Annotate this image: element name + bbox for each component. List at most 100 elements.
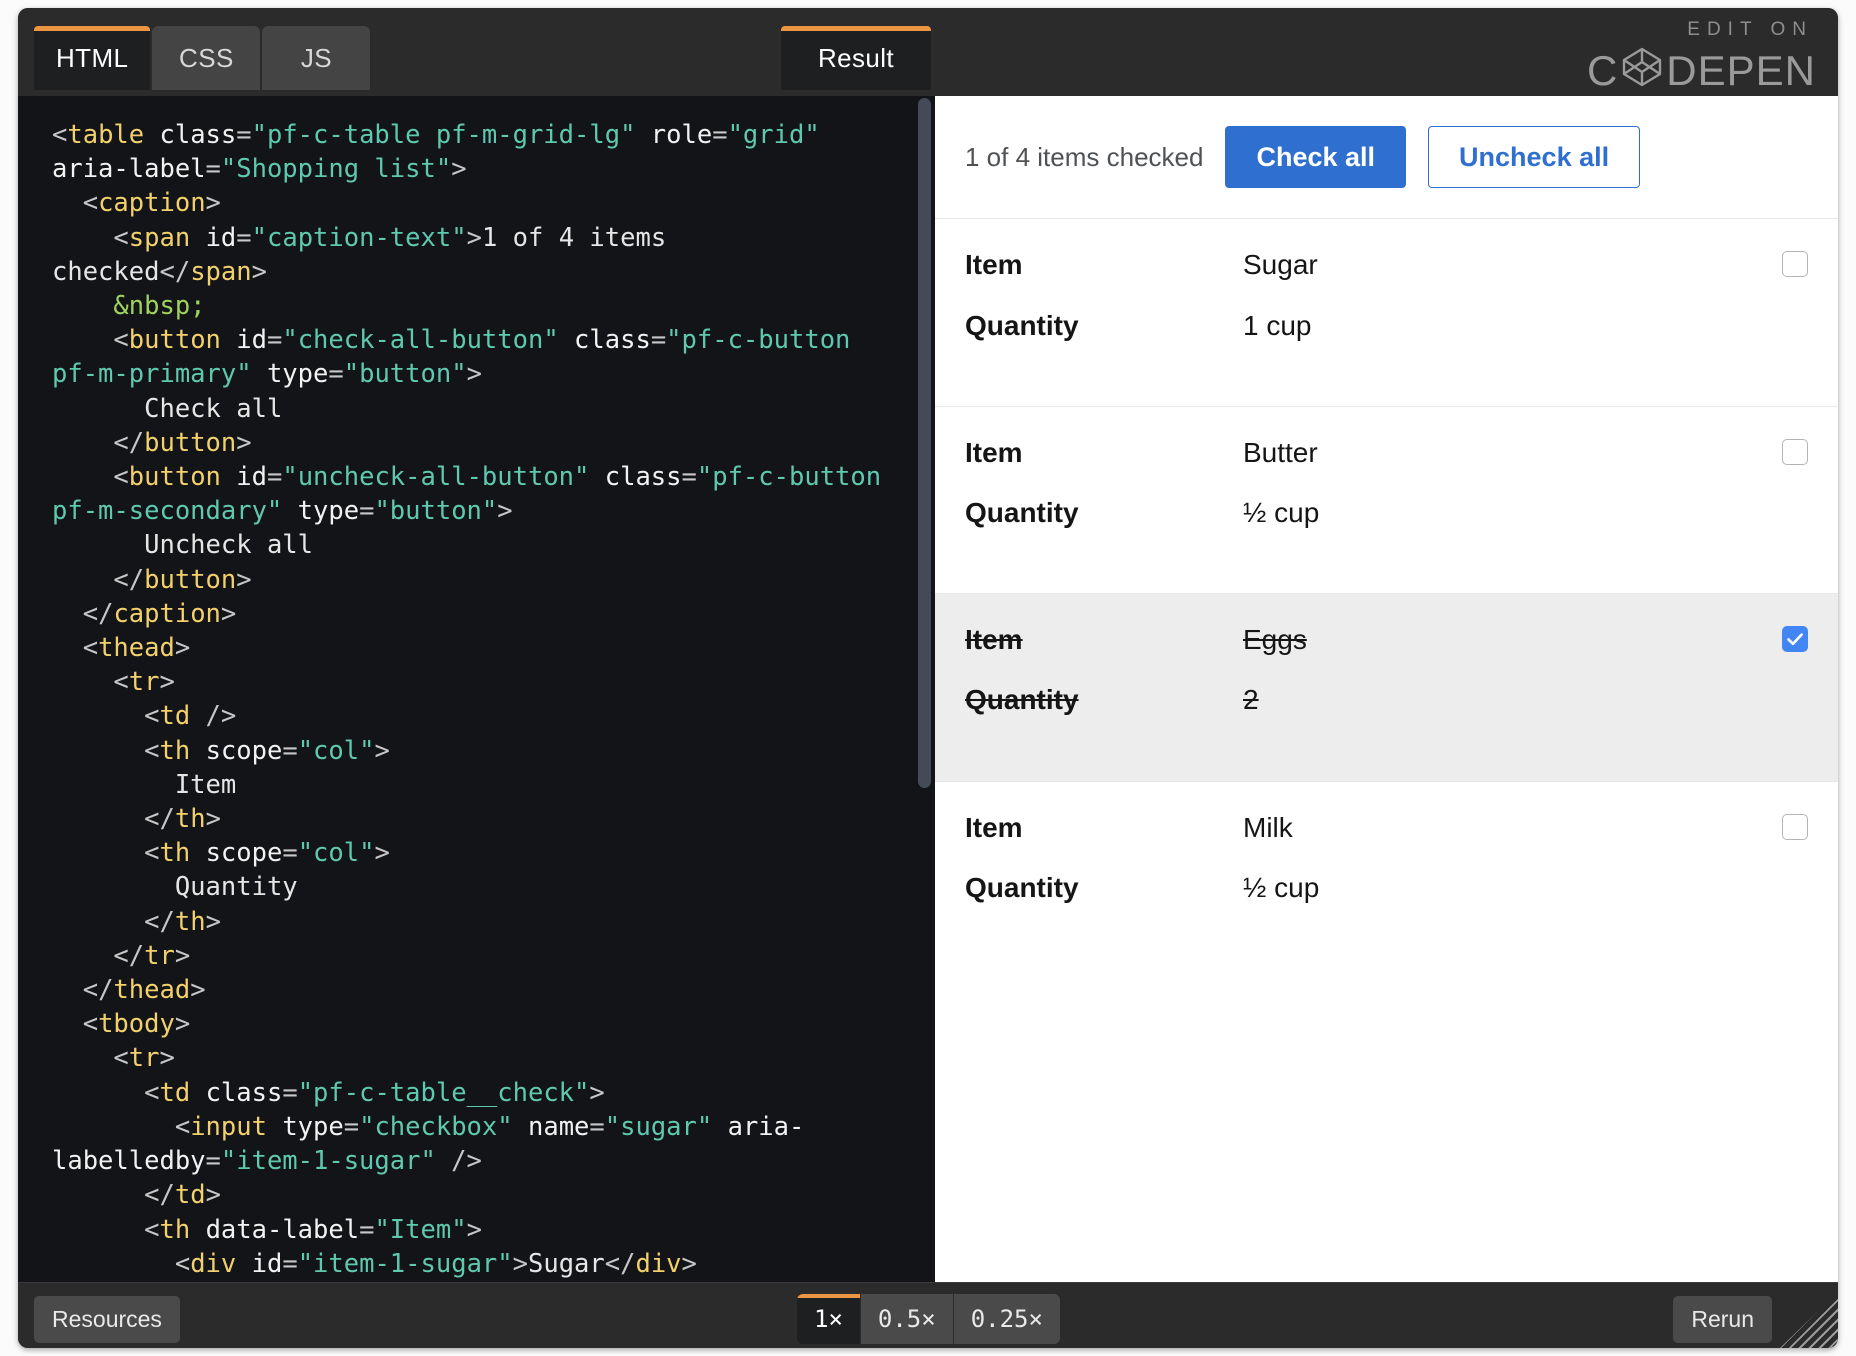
code-token: </ <box>144 906 175 937</box>
row-checkbox[interactable] <box>1782 251 1808 278</box>
tab-css[interactable]: CSS <box>152 26 261 90</box>
code-token: = <box>589 1111 605 1142</box>
html-source-code[interactable]: <table class="pf-c-table pf-m-grid-lg" r… <box>18 96 908 1281</box>
code-token: </ <box>144 1180 175 1211</box>
code-token: class <box>159 120 237 150</box>
code-token: tr <box>144 940 175 971</box>
code-token: "Item" <box>374 1214 467 1245</box>
code-token: > <box>466 222 482 253</box>
code-token: > <box>159 667 175 698</box>
grid-line: Item Sugar <box>965 249 1810 281</box>
code-token: > <box>512 1248 528 1279</box>
codepen-embed: HTML CSS JS Result EDIT ON C DEPEN <tabl… <box>18 8 1838 1348</box>
code-token: < <box>174 1111 191 1142</box>
code-token: </ <box>113 427 145 458</box>
table-row[interactable]: Item Eggs Quantity 2 <box>935 593 1838 781</box>
code-token: div <box>635 1248 682 1279</box>
code-token: = <box>282 735 298 766</box>
cell-value-item: Butter <box>1243 436 1318 468</box>
check-all-button[interactable]: Check all <box>1225 126 1407 189</box>
editor-scrollbar[interactable] <box>918 98 931 788</box>
cell-label-item: Item <box>965 249 1023 281</box>
code-token: type <box>297 496 360 527</box>
zoom-0.25x-button[interactable]: 0.25× <box>953 1294 1060 1344</box>
rerun-button[interactable]: Rerun <box>1673 1296 1772 1343</box>
code-token: > <box>681 1248 697 1279</box>
code-token: < <box>113 667 129 698</box>
code-token: > <box>205 906 221 937</box>
grid-line: Item Butter <box>965 437 1810 469</box>
code-token: "button" <box>343 359 467 390</box>
code-token: th <box>159 838 191 869</box>
code-token: = <box>282 838 298 869</box>
html-editor-pane[interactable]: <table class="pf-c-table pf-m-grid-lg" r… <box>18 96 935 1282</box>
code-token: "col" <box>297 735 375 766</box>
zoom-0.5x-button[interactable]: 0.5× <box>860 1294 954 1344</box>
wordmark-c: C <box>1586 46 1619 94</box>
code-token: > <box>174 1009 191 1040</box>
code-token: < <box>113 325 129 356</box>
code-token: < <box>144 701 160 732</box>
cell-label-item: Item <box>965 436 1023 468</box>
tab-js[interactable]: JS <box>262 26 371 90</box>
code-token: > <box>205 1180 221 1211</box>
table-row[interactable]: Item Butter Quantity ½ cup <box>935 405 1838 594</box>
grid-line: Item Milk <box>965 812 1810 844</box>
code-token: = <box>236 222 252 253</box>
tab-html[interactable]: HTML <box>34 26 151 90</box>
grid-line: Item Eggs <box>965 624 1810 656</box>
code-token: > <box>190 975 206 1006</box>
table-row[interactable]: Item Milk Quantity ½ cup <box>935 780 1838 968</box>
code-token: = <box>681 462 697 493</box>
code-token: < <box>144 1077 160 1108</box>
table-row[interactable]: Item Sugar Quantity 1 cup <box>935 218 1838 406</box>
resize-handle[interactable] <box>1780 1292 1838 1348</box>
code-token: "item-1-sugar" <box>220 1146 436 1177</box>
code-token: = <box>328 359 344 390</box>
code-token: "col" <box>297 838 375 869</box>
code-token: td <box>159 1077 191 1108</box>
code-token: Sugar <box>527 1248 605 1279</box>
code-token: </ <box>82 975 114 1006</box>
code-token: < <box>82 188 99 219</box>
code-token: > <box>497 496 513 527</box>
code-token: th <box>174 804 206 835</box>
code-token: </ <box>144 804 175 835</box>
edit-on-codepen-link[interactable]: EDIT ON C DEPEN <box>1587 20 1816 96</box>
row-checkbox[interactable] <box>1782 813 1808 840</box>
table-caption-toolbar: 1 of 4 items checked Check all Uncheck a… <box>935 96 1838 219</box>
resources-button[interactable]: Resources <box>34 1296 180 1343</box>
shopping-list-grid: Item Sugar Quantity 1 cup Item Butter Quantity… <box>935 218 1838 968</box>
code-token: = <box>236 120 252 150</box>
code-token: "item-1-sugar" <box>297 1248 513 1279</box>
code-token: role <box>650 120 713 150</box>
row-checkbox[interactable] <box>1782 626 1808 653</box>
code-token: /> <box>435 1146 482 1177</box>
cell-value-quantity: 2 <box>1243 684 1259 716</box>
code-token: thead <box>98 633 175 664</box>
code-token: "uncheck-all-button" <box>282 462 590 493</box>
code-token: = <box>282 1077 298 1108</box>
code-token: > <box>251 256 267 287</box>
code-token: Check all <box>52 393 283 424</box>
row-checkbox[interactable] <box>1782 438 1808 465</box>
tab-result[interactable]: Result <box>781 26 931 90</box>
zoom-1x-button[interactable]: 1× <box>797 1294 861 1344</box>
code-token: "grid" <box>727 120 820 150</box>
code-token: < <box>113 1043 129 1074</box>
uncheck-all-button[interactable]: Uncheck all <box>1428 126 1641 189</box>
code-token: > <box>205 804 221 835</box>
tab-html-label: HTML <box>56 42 129 73</box>
